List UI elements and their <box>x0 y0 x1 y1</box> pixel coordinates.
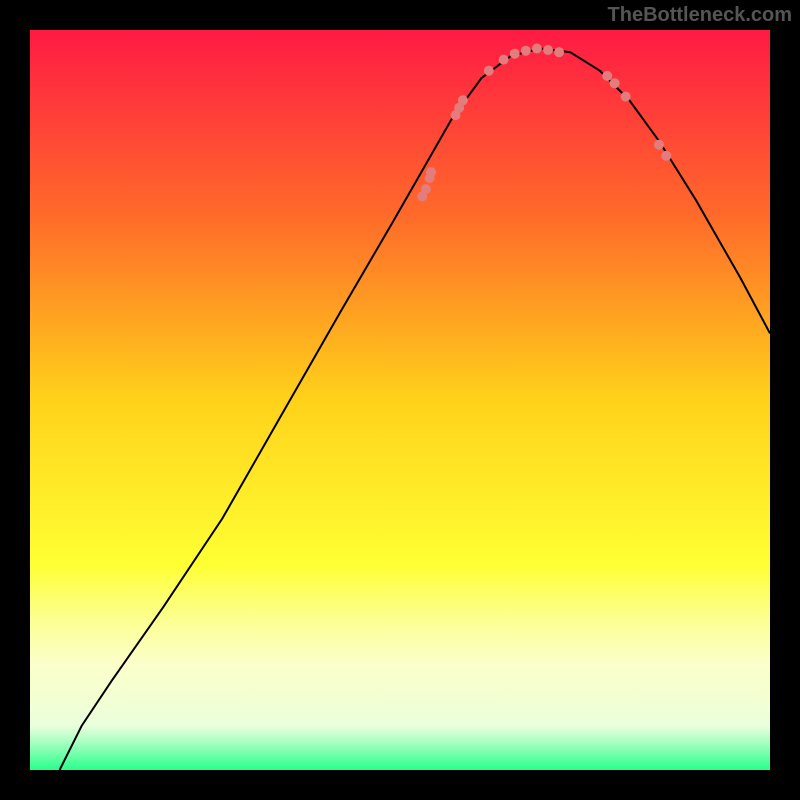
data-marker <box>621 92 631 102</box>
data-marker <box>499 55 509 65</box>
data-marker <box>602 71 612 81</box>
chart-svg <box>0 0 800 800</box>
data-marker <box>610 78 620 88</box>
watermark-text: TheBottleneck.com <box>608 4 792 27</box>
data-marker <box>532 44 542 54</box>
data-marker <box>510 49 520 59</box>
plot-haze-overlay <box>30 570 770 762</box>
data-marker <box>458 95 468 105</box>
data-marker <box>521 46 531 56</box>
data-marker <box>661 151 671 161</box>
data-marker <box>426 167 436 177</box>
data-marker <box>484 66 494 76</box>
data-marker <box>654 140 664 150</box>
data-marker <box>543 45 553 55</box>
data-marker <box>554 47 564 57</box>
data-marker <box>421 184 431 194</box>
